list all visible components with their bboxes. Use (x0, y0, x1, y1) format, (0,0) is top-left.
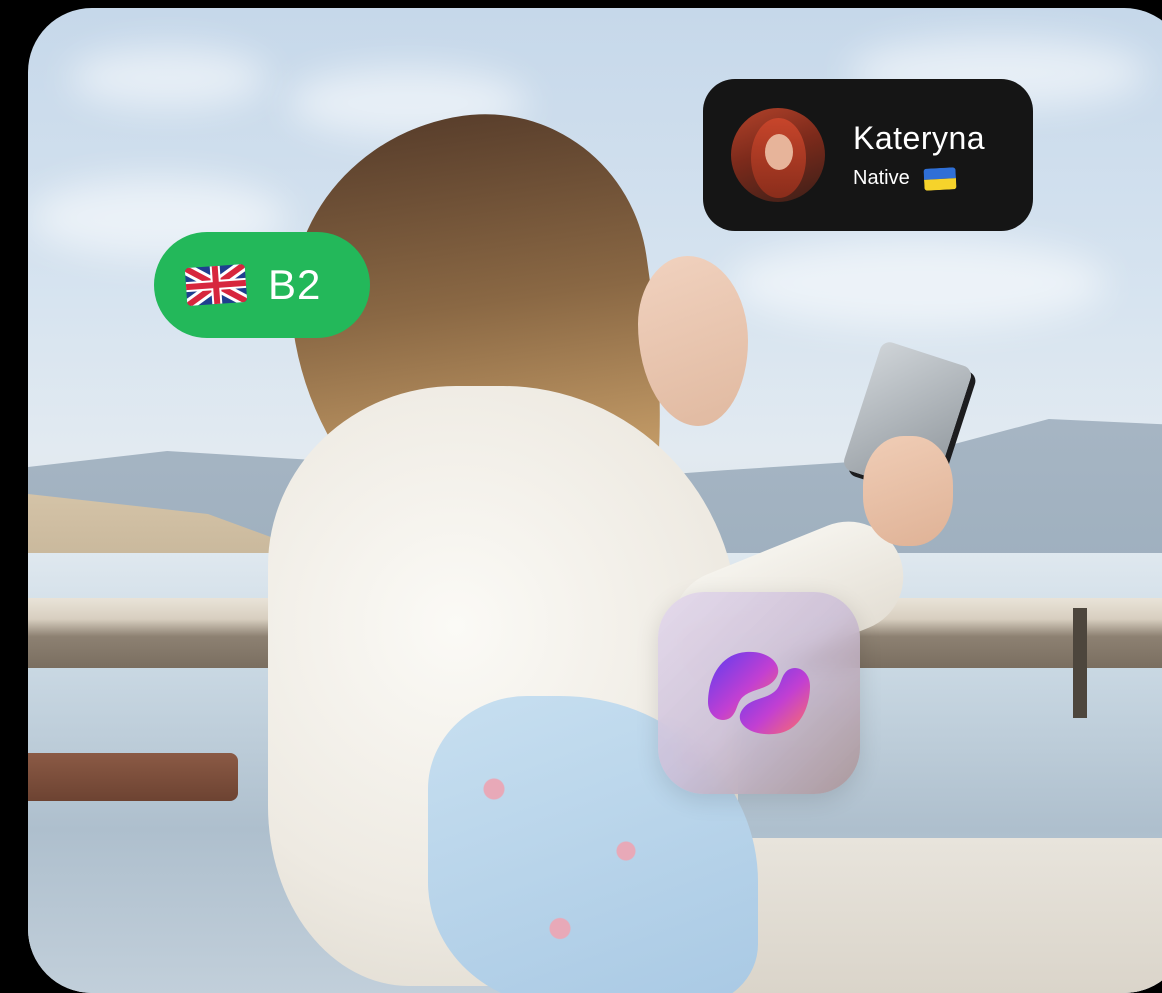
tutor-card: Kateryna Native (703, 79, 1033, 231)
tutor-name: Kateryna (853, 120, 986, 156)
uk-flag-icon (184, 263, 248, 307)
level-label: B2 (268, 261, 322, 308)
app-icon (658, 592, 860, 794)
tutor-level: Native (853, 167, 910, 189)
app-logo-icon (708, 651, 810, 735)
language-level-badge: B2 (154, 232, 370, 338)
avatar (731, 108, 825, 202)
ukraine-flag-icon (923, 166, 957, 191)
